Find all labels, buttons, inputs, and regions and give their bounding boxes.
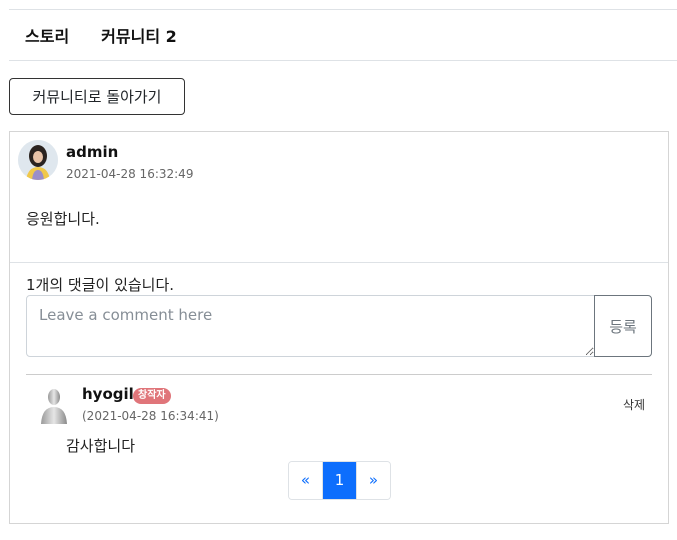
divider	[10, 262, 668, 263]
creator-badge: 창작자	[133, 388, 171, 404]
comment-content: 감사합니다	[66, 437, 136, 455]
back-to-community-button[interactable]: 커뮤니티로 돌아가기	[9, 78, 185, 115]
comment-avatar	[38, 386, 70, 426]
post-date: 2021-04-28 16:32:49	[66, 167, 194, 181]
comment-count: 1개의 댓글이 있습니다.	[26, 276, 175, 294]
comment-date: (2021-04-28 16:34:41)	[82, 409, 219, 423]
tab-story[interactable]: 스토리	[25, 23, 69, 47]
tab-bar: 스토리 커뮤니티 2	[9, 9, 677, 61]
page-next[interactable]: »	[356, 462, 390, 499]
pagination: « 1 »	[288, 461, 391, 500]
page-prev[interactable]: «	[289, 462, 322, 499]
comment-divider	[26, 374, 652, 375]
post-card: admin 2021-04-28 16:32:49 응원합니다. 1개의 댓글이…	[9, 131, 669, 524]
author-avatar	[18, 140, 58, 180]
comment-author: hyogil	[82, 385, 134, 403]
post-author: admin	[66, 143, 119, 161]
post-content: 응원합니다.	[26, 210, 100, 228]
submit-comment-button[interactable]: 등록	[594, 295, 652, 357]
delete-comment-link[interactable]: 삭제	[623, 396, 645, 413]
comment-form: 등록	[26, 295, 652, 357]
comment-input[interactable]	[26, 295, 595, 357]
tab-community[interactable]: 커뮤니티 2	[101, 23, 177, 47]
page-current[interactable]: 1	[322, 462, 356, 499]
